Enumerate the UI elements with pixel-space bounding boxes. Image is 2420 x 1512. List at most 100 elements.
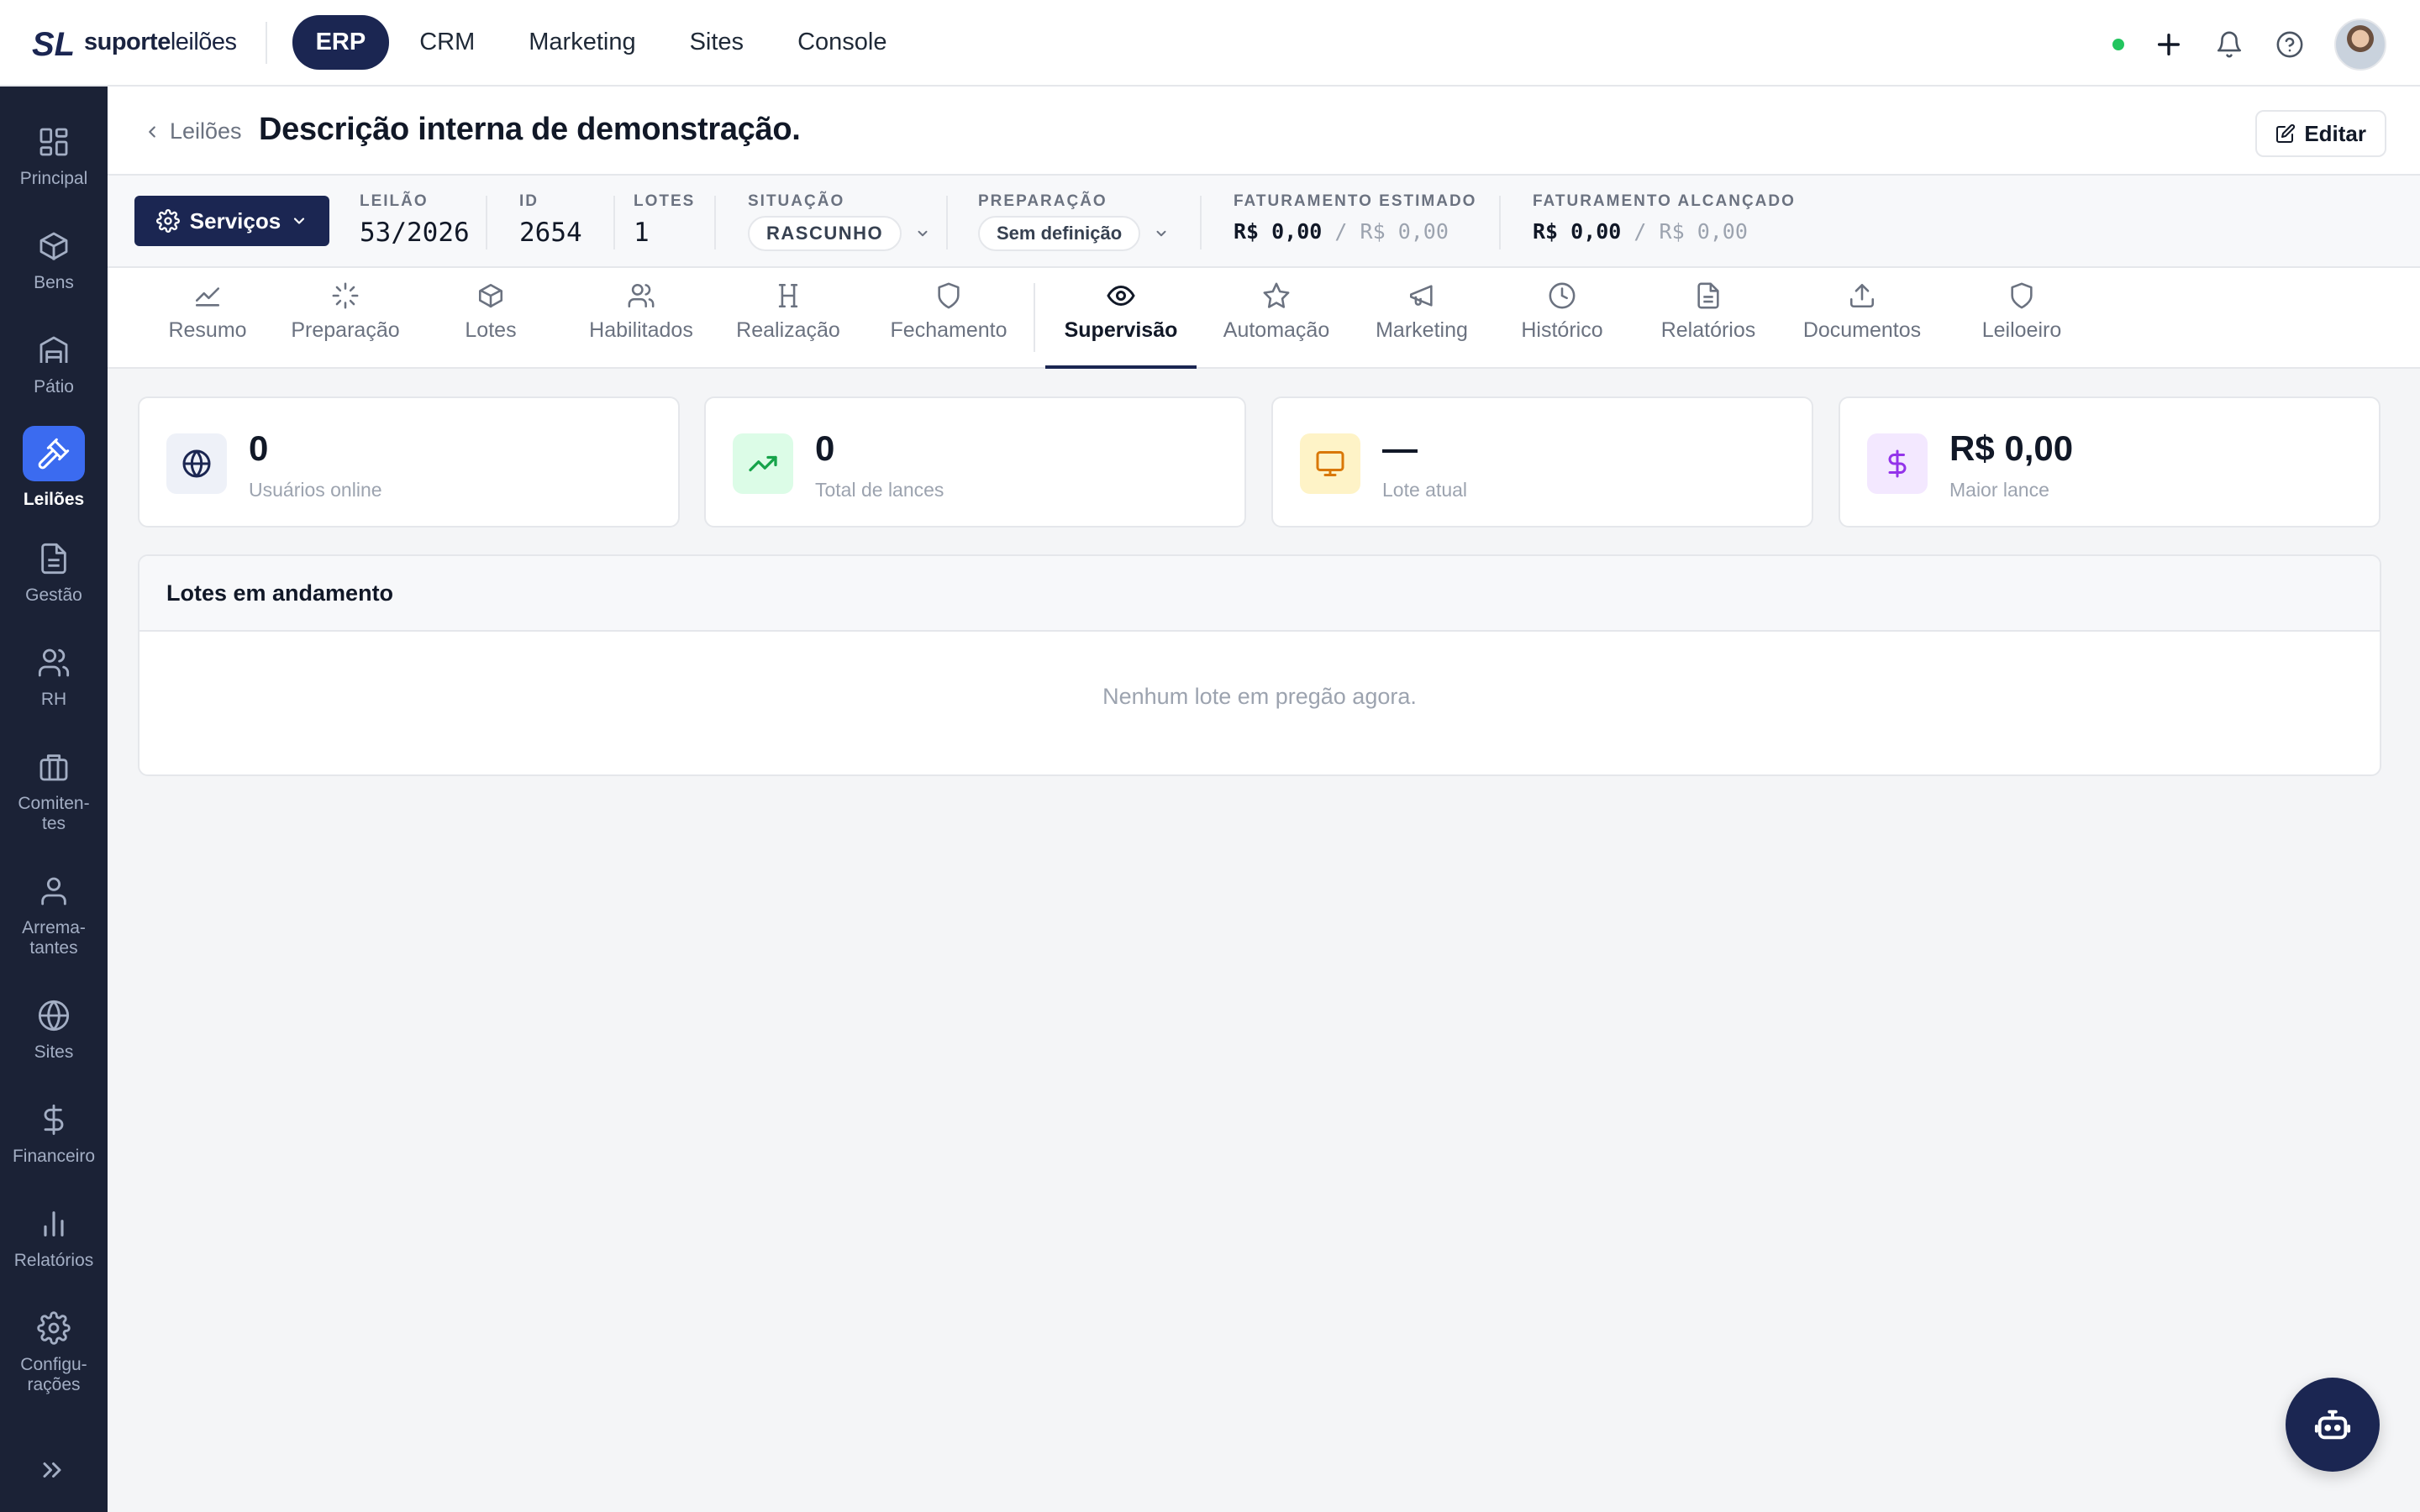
globe-icon <box>35 997 72 1034</box>
tab-historico[interactable]: Histórico <box>1511 268 1613 369</box>
tab-preparacao[interactable]: Preparação <box>282 268 408 369</box>
document-icon <box>35 540 72 577</box>
tab-supervisao[interactable]: Supervisão <box>1045 268 1197 369</box>
edit-button-label: Editar <box>2304 120 2366 146</box>
lotes-em-andamento-panel: Lotes em andamento Nenhum lote em pregão… <box>138 554 2381 776</box>
robot-icon <box>2314 1410 2351 1440</box>
eye-icon <box>1105 280 1137 312</box>
module-marketing[interactable]: Marketing <box>505 15 659 70</box>
assistant-bot-button[interactable] <box>2286 1378 2380 1472</box>
users-icon <box>625 280 657 312</box>
chevron-down-icon <box>294 218 305 224</box>
tab-label: Automação <box>1223 318 1330 342</box>
empty-state-message: Nenhum lote em pregão agora. <box>1102 684 1417 709</box>
sidebar-item-sites[interactable]: Sites <box>0 997 108 1063</box>
grid-icon <box>35 123 72 160</box>
tab-label: Documentos <box>1802 318 1922 342</box>
plus-icon[interactable] <box>2153 29 2185 60</box>
sidebar-label: Bens <box>34 273 74 292</box>
edit-button[interactable]: Editar <box>2255 110 2386 157</box>
module-sites[interactable]: Sites <box>666 15 767 70</box>
columns-icon <box>772 280 804 312</box>
info-separator <box>486 196 487 249</box>
tab-leiloeiro[interactable]: Leiloeiro <box>1970 268 2074 369</box>
situacao-select[interactable]: RASCUNHO <box>748 216 930 251</box>
sidebar-item-bens[interactable]: Bens <box>0 228 108 293</box>
tab-marketing[interactable]: Marketing <box>1365 268 1479 369</box>
sidebar-label: Financeiro <box>12 1147 96 1166</box>
info-label: LEILÃO <box>360 192 429 210</box>
logo-mark-icon: SL <box>32 26 75 63</box>
page-header: Leilões Descrição interna de demonstraçã… <box>108 87 2420 176</box>
sidebar-item-financeiro[interactable]: Financeiro <box>0 1101 108 1167</box>
tab-fechamento[interactable]: Fechamento <box>879 268 1018 369</box>
trend-icon <box>192 280 224 312</box>
info-preparacao: PREPARAÇÃO Sem definição <box>978 192 1169 251</box>
sidebar-item-relatorios[interactable]: Relatórios <box>0 1205 108 1271</box>
tab-documentos[interactable]: Documentos <box>1795 268 1929 369</box>
sidebar-item-configuracoes[interactable]: Configu-rações <box>0 1310 108 1395</box>
tab-label: Leiloeiro <box>1981 318 2062 342</box>
megaphone-icon <box>1406 280 1438 312</box>
users-icon <box>35 644 72 681</box>
info-id: ID 2654 <box>519 192 582 248</box>
stat-label: Maior lance <box>1949 479 2049 501</box>
leilao-number: 53/2026 <box>360 218 470 248</box>
tab-label: Resumo <box>168 318 247 342</box>
sidebar-item-comitentes[interactable]: Comiten-tes <box>0 748 108 834</box>
bell-icon[interactable] <box>2213 29 2245 60</box>
online-status-dot <box>2112 39 2124 50</box>
tab-habilitados[interactable]: Habilitados <box>578 268 704 369</box>
tab-realizacao[interactable]: Realização <box>728 268 849 369</box>
sidebar-item-rh[interactable]: RH <box>0 644 108 710</box>
tab-label: Lotes <box>465 318 517 342</box>
gavel-icon <box>23 426 85 481</box>
sidebar-expand-icon[interactable] <box>37 1455 71 1488</box>
bar-chart-icon <box>35 1205 72 1242</box>
loader-icon <box>329 280 361 312</box>
preparacao-value: Sem definição <box>978 216 1141 251</box>
sidebar-label: Arrema-tantes <box>22 918 86 958</box>
clock-icon <box>1546 280 1578 312</box>
tab-resumo[interactable]: Resumo <box>151 268 264 369</box>
brand-logo[interactable]: SL suporteleilões <box>32 18 237 68</box>
stat-value: — <box>1382 428 1418 468</box>
preparacao-select[interactable]: Sem definição <box>978 216 1169 251</box>
sidebar-label: Pátio <box>34 377 74 396</box>
sidebar-item-principal[interactable]: Principal <box>0 123 108 189</box>
sidebar-item-arrematantes[interactable]: Arrema-tantes <box>0 873 108 958</box>
warehouse-icon <box>35 332 72 369</box>
sidebar-label: Principal <box>19 169 88 188</box>
info-leilao: LEILÃO 53/2026 <box>360 192 470 248</box>
edit-icon <box>2276 123 2296 143</box>
sidebar-item-patio[interactable]: Pátio <box>0 332 108 397</box>
tab-label: Realização <box>736 318 840 342</box>
faturamento-estimado-value: R$ 0,00 / R$ 0,00 <box>1234 219 1449 244</box>
gear-icon <box>155 209 180 233</box>
auction-tabs: Resumo Preparação Lotes Habilitados Real… <box>108 268 2420 369</box>
tab-separator <box>1034 283 1035 352</box>
tab-relatorios[interactable]: Relatórios <box>1652 268 1765 369</box>
tab-label: Fechamento <box>890 318 1007 342</box>
dollar-icon <box>1867 433 1928 494</box>
user-avatar[interactable] <box>2334 18 2386 71</box>
help-icon[interactable] <box>2274 29 2306 60</box>
shield-icon <box>2006 280 2038 312</box>
svg-text:SL: SL <box>32 26 75 63</box>
tab-lotes[interactable]: Lotes <box>439 268 543 369</box>
top-bar: SL suporteleilões ERP CRM Marketing Site… <box>0 0 2420 87</box>
back-link-label: Leilões <box>170 118 242 144</box>
info-label: FATURAMENTO ESTIMADO <box>1234 192 1477 210</box>
tab-automacao[interactable]: Automação <box>1213 268 1339 369</box>
sidebar-item-gestao[interactable]: Gestão <box>0 540 108 606</box>
module-erp[interactable]: ERP <box>292 15 390 70</box>
info-situacao: SITUAÇÃO RASCUNHO <box>748 192 930 251</box>
module-crm[interactable]: CRM <box>396 15 498 70</box>
back-link[interactable]: Leilões <box>143 118 242 144</box>
sidebar-label: Relatórios <box>13 1251 94 1270</box>
brand-name: suporteleilões <box>84 29 237 55</box>
sidebar-item-leiloes[interactable]: Leilões <box>0 426 108 510</box>
services-button[interactable]: Serviços <box>134 196 329 246</box>
sidebar-label: Leilões <box>23 490 85 509</box>
module-console[interactable]: Console <box>774 15 910 70</box>
